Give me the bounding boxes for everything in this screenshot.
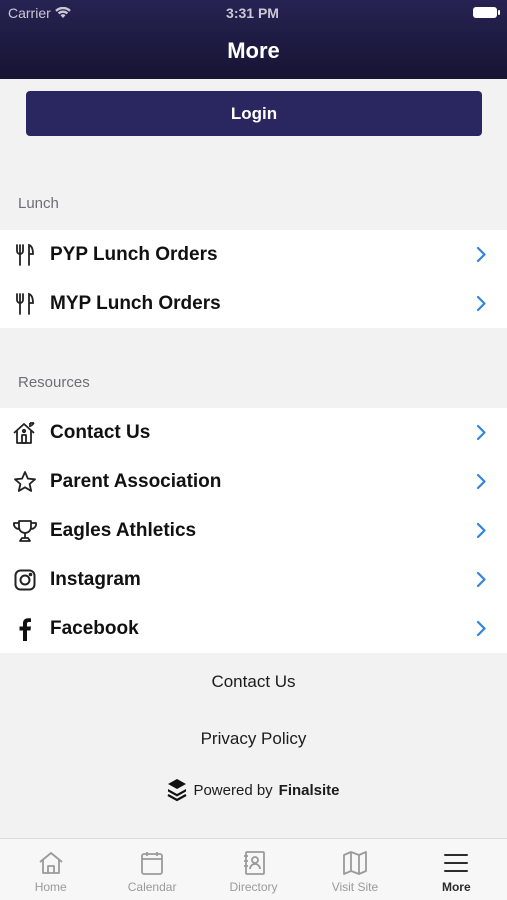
list-item-label: Facebook [50, 617, 139, 639]
map-icon [343, 851, 367, 875]
tab-bar: Home Calendar Directory Visit Site More [0, 838, 507, 900]
list-item-parent-association[interactable]: Parent Association [0, 457, 507, 506]
section-title-lunch: Lunch [18, 195, 59, 212]
list-item-pyp-lunch-orders[interactable]: PYP Lunch Orders [0, 230, 507, 279]
powered-by-prefix: Powered by [193, 781, 273, 799]
status-bar: Carrier 3:31 PM [8, 5, 500, 23]
list-item-eagles-athletics[interactable]: Eagles Athletics [0, 506, 507, 555]
list-item-label: PYP Lunch Orders [50, 243, 218, 265]
tab-label: More [441, 880, 471, 894]
tab-home[interactable]: Home [0, 839, 101, 900]
battery-icon [473, 7, 500, 18]
powered-by[interactable]: Powered by Finalsite [0, 778, 507, 802]
list-item-myp-lunch-orders[interactable]: MYP Lunch Orders [0, 279, 507, 328]
page-title: More [227, 38, 280, 63]
list-item-facebook[interactable]: Facebook [0, 604, 507, 653]
utensils-icon [12, 242, 38, 268]
app-header: Carrier 3:31 PM More [0, 0, 507, 79]
chevron-right-icon [476, 246, 486, 263]
chevron-right-icon [476, 620, 486, 637]
utensils-icon [12, 291, 38, 317]
chevron-right-icon [476, 473, 486, 490]
powered-by-brand: Finalsite [278, 781, 340, 799]
chevron-right-icon [476, 522, 486, 539]
chevron-right-icon [476, 424, 486, 441]
list-item-instagram[interactable]: Instagram [0, 555, 507, 604]
footer-contact-link[interactable]: Contact Us [0, 672, 507, 692]
lunch-list: PYP Lunch Orders MYP Lunch Orders [0, 230, 507, 328]
tab-visit-site[interactable]: Visit Site [304, 839, 405, 900]
chevron-right-icon [476, 571, 486, 588]
tab-more[interactable]: More [406, 839, 507, 900]
facebook-icon [12, 616, 38, 642]
tab-calendar[interactable]: Calendar [101, 839, 202, 900]
status-time: 3:31 PM [226, 5, 279, 21]
footer-privacy-link[interactable]: Privacy Policy [0, 729, 507, 749]
list-item-label: Contact Us [50, 421, 151, 443]
list-item-label: Instagram [50, 568, 141, 590]
finalsite-logo-icon [167, 779, 187, 802]
login-button[interactable]: Login [26, 91, 482, 136]
trophy-icon [12, 518, 38, 544]
calendar-icon [141, 852, 164, 875]
resources-list: Contact Us Parent Association Eagles Ath… [0, 408, 507, 653]
section-title-resources: Resources [18, 374, 90, 391]
tab-label: Visit Site [331, 880, 379, 894]
tab-label: Home [34, 880, 67, 894]
home-icon [39, 852, 63, 874]
chevron-right-icon [476, 295, 486, 312]
list-item-label: Eagles Athletics [50, 519, 197, 541]
tab-directory[interactable]: Directory [203, 839, 304, 900]
list-item-contact-us[interactable]: Contact Us [0, 408, 507, 457]
instagram-icon [12, 567, 38, 593]
list-item-label: Parent Association [50, 470, 222, 492]
star-icon [12, 469, 38, 495]
list-item-label: MYP Lunch Orders [50, 292, 221, 314]
menu-icon [444, 854, 469, 872]
house-icon [12, 420, 38, 446]
tab-label: Directory [229, 880, 278, 894]
directory-icon [243, 851, 265, 875]
tab-label: Calendar [127, 880, 177, 894]
